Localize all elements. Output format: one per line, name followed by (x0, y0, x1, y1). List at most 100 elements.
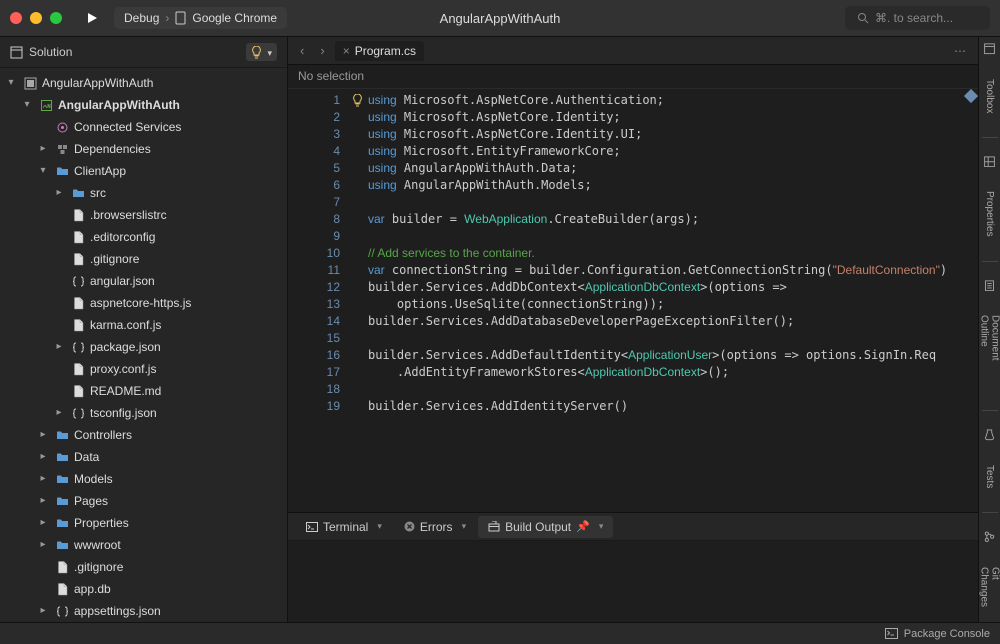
toolbox-label[interactable]: Toolbox (984, 73, 995, 119)
tree-item[interactable]: ·angular.json (0, 270, 287, 292)
chevron-icon: · (36, 580, 50, 598)
chevron-icon: · (52, 294, 66, 312)
tree-item[interactable]: ·.browserslistrc (0, 204, 287, 226)
errors-tab[interactable]: Errors ▾ (394, 516, 476, 538)
tree-item[interactable]: ▾AngularAppWithAuth (0, 94, 287, 116)
tree-item[interactable]: ▸ wwwroot (0, 534, 287, 556)
terminal-tab[interactable]: Terminal ▾ (296, 516, 392, 538)
tree-item[interactable]: ▸Dependencies (0, 138, 287, 160)
tree-item[interactable]: ▸Controllers (0, 424, 287, 446)
chevron-icon: ▸ (36, 602, 50, 620)
tree-item[interactable]: ·README.md (0, 380, 287, 402)
search-icon (857, 12, 869, 24)
file-icon (55, 582, 69, 596)
tree-item[interactable]: ·.gitignore (0, 556, 287, 578)
terminal-icon (306, 522, 318, 532)
tree-item[interactable]: ·karma.conf.js (0, 314, 287, 336)
tree-item[interactable]: ▸Pages (0, 490, 287, 512)
build-icon (488, 521, 500, 532)
chevron-icon: ▸ (36, 492, 50, 510)
nav-back-button[interactable]: ‹ (294, 41, 310, 60)
breadcrumb-bar[interactable]: No selection (288, 65, 978, 89)
tree-item-label: angular.json (90, 272, 155, 290)
tab-overflow-button[interactable]: ⋯ (948, 44, 972, 58)
bottom-panel-body[interactable] (288, 541, 978, 622)
tree-item[interactable]: ·.editorconfig (0, 226, 287, 248)
run-configuration-selector[interactable]: Debug › Google Chrome (114, 7, 287, 29)
tab-close-icon[interactable]: × (343, 44, 350, 58)
tree-item-label: AngularAppWithAuth (42, 74, 153, 92)
file-icon (71, 384, 85, 398)
tree-item[interactable]: ▸Models (0, 468, 287, 490)
tree-item[interactable]: ▸package.json (0, 336, 287, 358)
document-outline-icon[interactable] (983, 280, 996, 292)
tree-item[interactable]: ▾ClientApp (0, 160, 287, 182)
git-changes-icon[interactable] (983, 531, 996, 543)
tree-item-label: ClientApp (74, 162, 126, 180)
tree-item-label: .browserslistrc (90, 206, 167, 224)
chevron-icon: ▸ (36, 536, 50, 554)
run-target-label: Google Chrome (192, 11, 277, 25)
tree-item[interactable]: · app.db (0, 578, 287, 600)
bulb-gutter (346, 89, 368, 512)
chevron-icon: ▸ (36, 140, 50, 158)
solution-header: Solution ▾ (0, 37, 287, 68)
solution-tree[interactable]: ▾AngularAppWithAuth▾AngularAppWithAuth · C… (0, 68, 287, 622)
build-output-tab[interactable]: Build Output 📌 ▾ (478, 516, 613, 538)
file-icon (71, 252, 85, 266)
tree-item-label: app.db (74, 580, 111, 598)
tree-item-label: proxy.conf.js (90, 360, 156, 378)
separator (982, 410, 998, 411)
chevron-icon: ▸ (52, 404, 66, 422)
line-number-gutter: 12345678910111213141516171819 (288, 89, 346, 512)
tree-item[interactable]: ▾AngularAppWithAuth (0, 72, 287, 94)
toolbox-icon[interactable] (983, 43, 996, 55)
properties-icon[interactable] (983, 156, 996, 168)
global-search-input[interactable]: ⌘. to search... (845, 6, 990, 30)
maximize-window-button[interactable] (50, 12, 62, 24)
tree-item[interactable]: ▸tsconfig.json (0, 402, 287, 424)
tree-item[interactable]: ▸appsettings.json (0, 600, 287, 622)
editor-area: ‹ › × Program.cs ⋯ No selection 12345678… (288, 37, 978, 622)
document-outline-label[interactable]: Document Outline (979, 309, 1000, 392)
package-console-label[interactable]: Package Console (904, 628, 990, 640)
folder-icon (55, 428, 69, 442)
file-icon (71, 230, 85, 244)
git-changes-label[interactable]: Git Changes (979, 561, 1000, 622)
right-tool-strip: Toolbox Properties Document Outline Test… (978, 37, 1000, 622)
tests-icon[interactable] (983, 429, 996, 441)
package-console-icon[interactable] (885, 628, 898, 639)
nav-forward-button[interactable]: › (314, 41, 330, 60)
tree-item-label: src (90, 184, 106, 202)
tree-item-label: wwwroot (74, 536, 121, 554)
close-window-button[interactable] (10, 12, 22, 24)
tree-item[interactable]: ▸Properties (0, 512, 287, 534)
tree-item[interactable]: ▸Data (0, 446, 287, 468)
folder-icon (55, 538, 69, 552)
separator (982, 137, 998, 138)
lightbulb-button[interactable]: ▾ (246, 43, 277, 61)
tree-item[interactable]: ·.gitignore (0, 248, 287, 270)
tree-item-label: .gitignore (90, 250, 139, 268)
tree-item[interactable]: ▸src (0, 182, 287, 204)
chevron-down-icon: ▾ (462, 521, 467, 532)
chevron-down-icon: ▾ (377, 521, 382, 532)
tree-item-label: Connected Services (74, 118, 181, 136)
solution-sidebar: Solution ▾ ▾AngularAppWithAuth▾AngularAp… (0, 37, 288, 622)
minimize-window-button[interactable] (30, 12, 42, 24)
json-icon (71, 274, 85, 288)
tree-item[interactable]: ·aspnetcore-https.js (0, 292, 287, 314)
tree-item[interactable]: · Connected Services (0, 116, 287, 138)
editor-tab[interactable]: × Program.cs (335, 41, 424, 61)
pin-icon[interactable]: 📌 (576, 520, 590, 533)
code-content[interactable]: using Microsoft.AspNetCore.Authenticatio… (368, 89, 978, 512)
chevron-icon: · (36, 118, 50, 136)
properties-label[interactable]: Properties (984, 185, 995, 243)
file-icon (71, 296, 85, 310)
tests-label[interactable]: Tests (984, 459, 995, 494)
chevron-icon: · (52, 360, 66, 378)
tree-item[interactable]: · proxy.conf.js (0, 358, 287, 380)
code-editor[interactable]: 12345678910111213141516171819 using Micr… (288, 89, 978, 512)
run-button[interactable] (78, 8, 106, 28)
chevron-icon: ▸ (36, 448, 50, 466)
